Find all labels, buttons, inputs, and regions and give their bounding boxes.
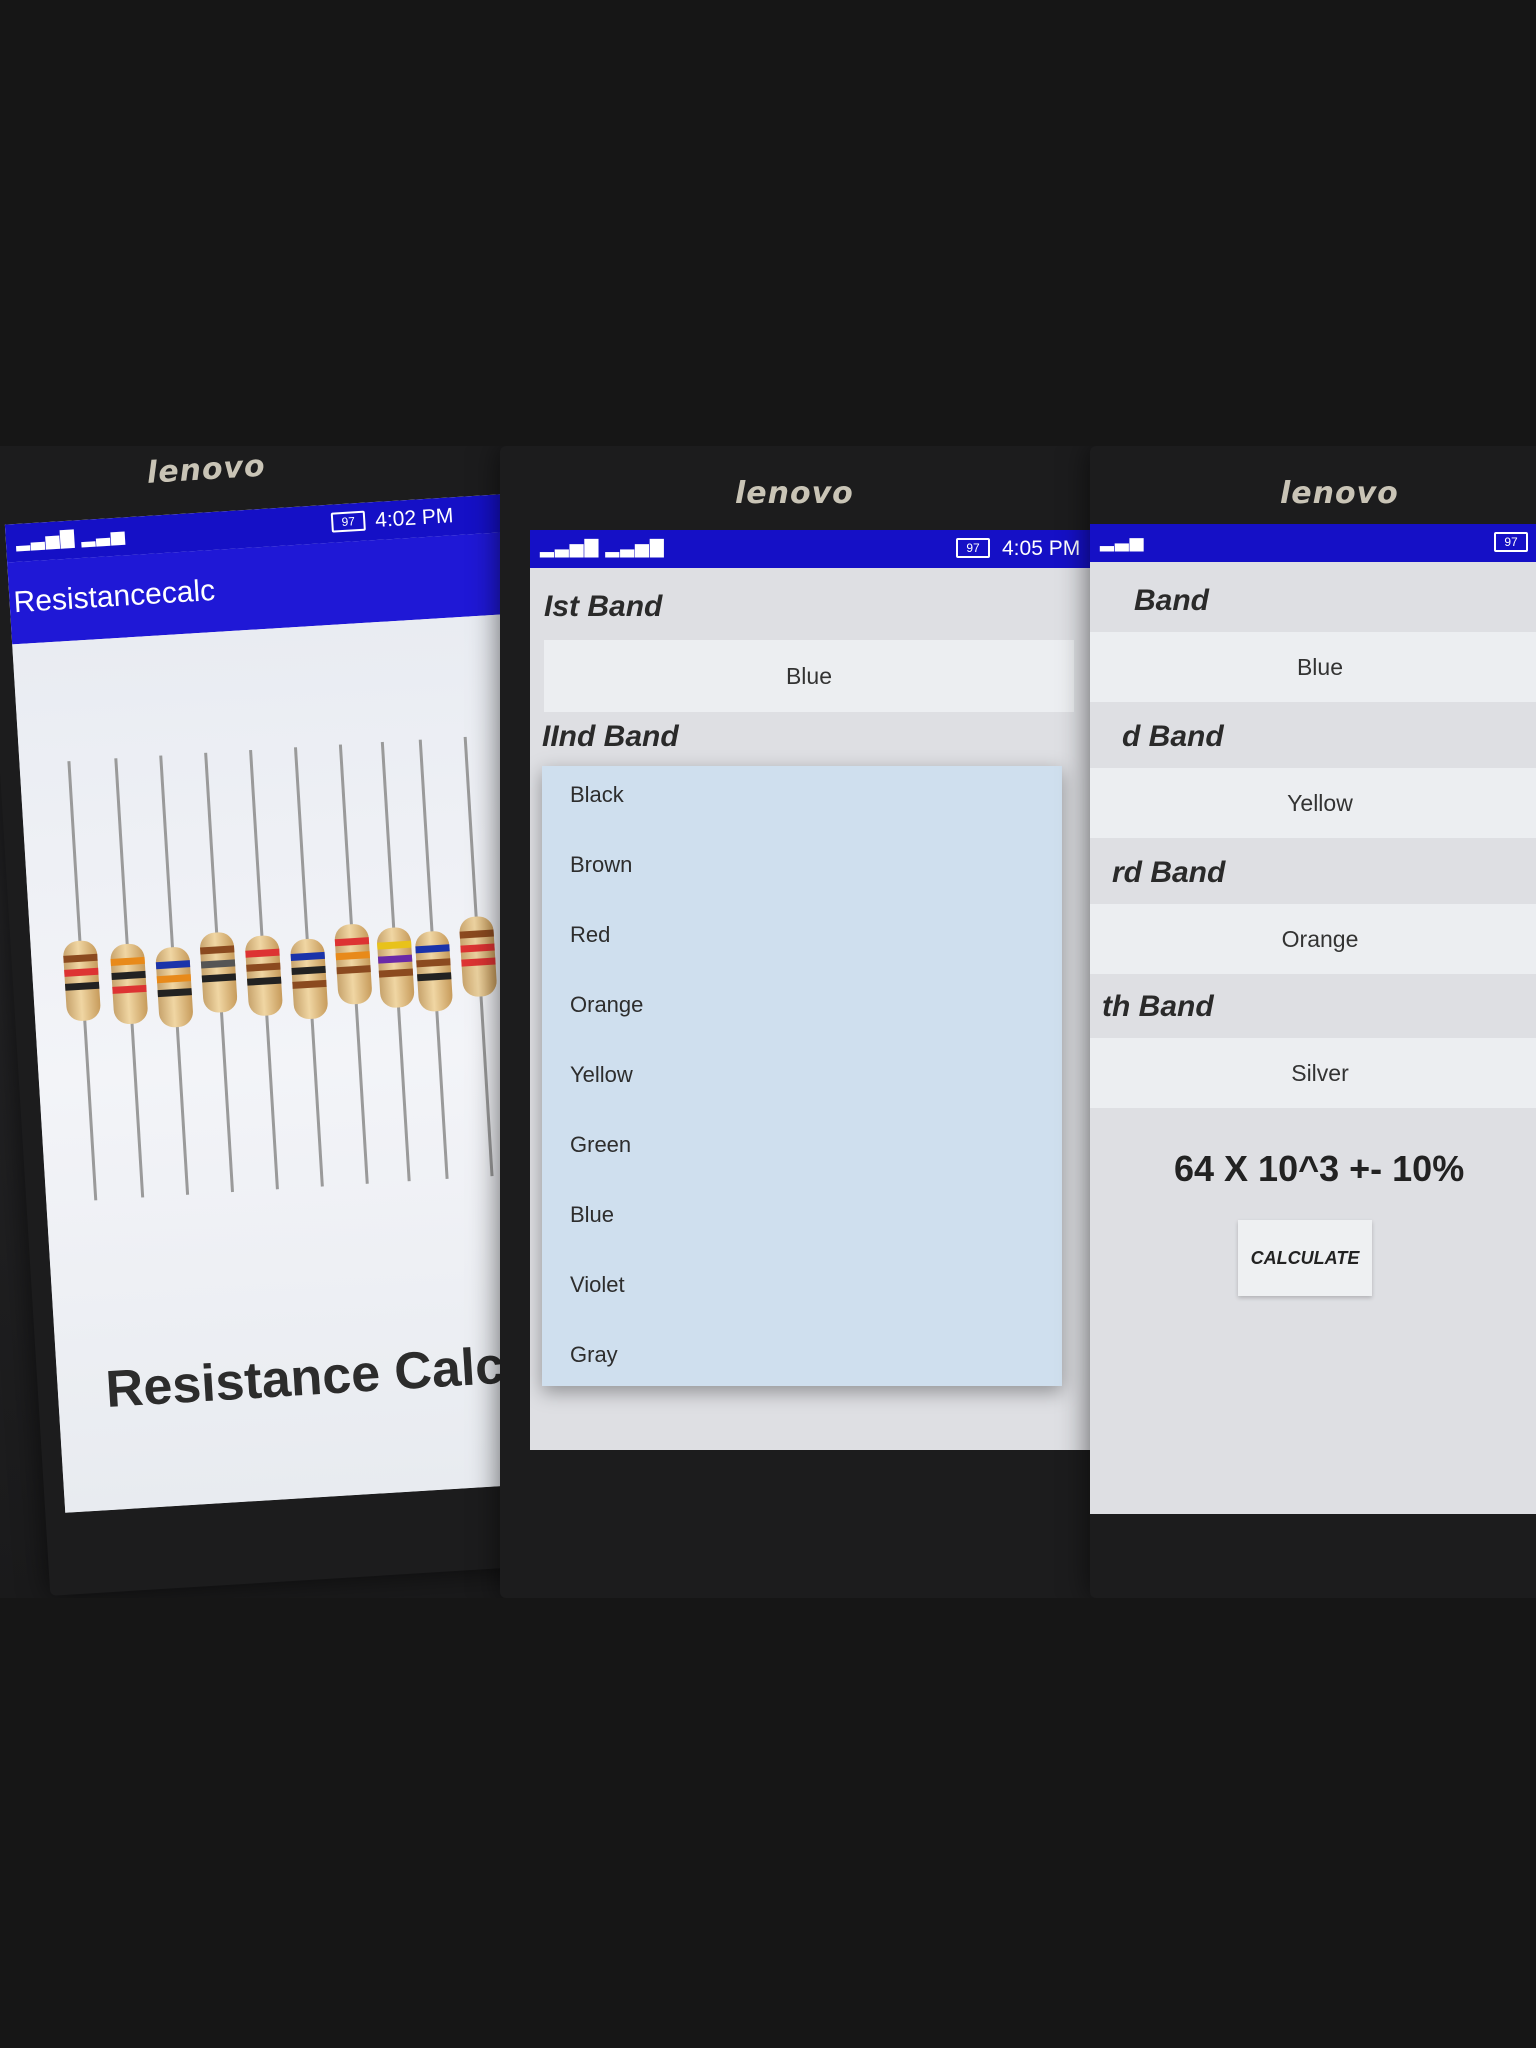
resistor-band [246,962,281,972]
resistor-band [155,960,191,970]
dropdown-item-blue[interactable]: Blue [570,1202,614,1228]
status-time: 4:05 PM [1002,537,1081,560]
resistor-band [200,945,235,955]
resistor-band [157,988,192,998]
resistor-band [64,981,100,991]
phone-2-screen: ▂▃▅▇ ▂▃▅▇ 97 4:05 PM Ist Band Blue IInd … [530,530,1090,1450]
resistor-band [245,948,280,958]
resistor-band [111,970,146,980]
battery-icon: 97 [1494,532,1528,552]
phone-1-screen: ▂▃▅▇ ▂▃▅ 97 4:02 PM Resistancecalc Resis… [4,492,585,1513]
battery-icon: 97 [330,510,366,533]
band-1-label: Band [1134,584,1209,617]
status-bar: ▂▃▅▇ ▂▃▅▇ 97 4:05 PM [530,530,1090,568]
resistor-band [336,965,371,975]
resistor-band [110,956,145,966]
app-title: Resistancecalc [12,573,217,620]
resistor-band [378,968,414,978]
band-3-label: rd Band [1112,856,1226,889]
phone-2: lenovo ▂▃▅▇ ▂▃▅▇ 97 4:05 PM Ist Band Blu… [500,446,1120,1598]
band-4-label: th Band [1102,990,1214,1023]
resistor-band [460,943,495,953]
phone-brand-logo: lenovo [1280,476,1399,511]
resistor-body [333,923,373,1006]
resistor-band [415,944,450,954]
resistor-band [377,940,412,950]
dropdown-item-brown[interactable]: Brown [570,852,632,878]
signal-icon: ▂▃▅▇ ▂▃▅▇ [540,537,665,557]
status-time: 4:02 PM [374,504,455,532]
dropdown-item-orange[interactable]: Orange [570,992,643,1018]
result-text: 64 X 10^3 +- 10% [1174,1148,1465,1189]
resistor-band [200,959,236,969]
resistor-band [417,972,452,982]
resistor-band [247,976,282,986]
resistor-band [64,967,99,977]
resistor-body [458,915,498,998]
resistor-band [292,979,327,989]
resistor-body [199,931,238,1014]
band-1-spinner[interactable]: Blue [1090,632,1536,702]
resistor-band [291,965,326,975]
resistor-body [289,937,329,1020]
resistor-band [459,929,494,939]
resistor-body [414,930,454,1013]
phone-brand-logo: lenovo [145,448,267,491]
signal-icon: ▂▃▅▇ ▂▃▅ [15,524,127,551]
resistor-band [201,973,237,983]
resistor-band [377,954,413,964]
band-1-spinner[interactable]: Blue [544,640,1074,712]
dropdown-item-yellow[interactable]: Yellow [570,1062,633,1088]
status-bar: ▂▃▅ 97 [1090,524,1536,562]
band-2-label: d Band [1122,720,1224,753]
resistor-body [154,946,194,1029]
band-2-label: IInd Band [542,720,679,753]
resistor-band [335,951,370,961]
resistor-body [109,942,149,1025]
band-2-spinner[interactable]: Yellow [1090,768,1536,838]
band-4-spinner[interactable]: Silver [1090,1038,1536,1108]
band-2-dropdown: Black Brown Red Orange Yellow Green Blue… [542,766,1062,1386]
dropdown-item-red[interactable]: Red [570,922,610,948]
battery-icon: 97 [956,538,990,558]
resistor-band [63,953,98,963]
resistor-body [244,934,284,1017]
dropdown-item-black[interactable]: Black [570,782,624,808]
phone-3: lenovo ▂▃▅ 97 Band Blue d Band Yellow rd… [1090,446,1536,1598]
calculate-button[interactable]: CALCULATE [1238,1220,1372,1296]
resistor-band [112,984,147,994]
signal-icon: ▂▃▅ [1100,531,1145,551]
phone-brand-logo: lenovo [735,476,854,511]
resistors-image: Resistance Calculat [12,612,584,1513]
dropdown-item-green[interactable]: Green [570,1132,631,1158]
resistor-band [461,957,496,967]
photo-of-three-phones: lenovo ▂▃▅▇ ▂▃▅ 97 4:02 PM Resistancecal… [0,446,1536,1598]
band-3-spinner[interactable]: Orange [1090,904,1536,974]
band-1-label: Ist Band [544,590,663,623]
resistor-band [416,958,451,968]
resistor-body [62,939,102,1022]
dropdown-item-gray[interactable]: Gray [570,1342,618,1368]
resistor-band [156,974,192,984]
resistor-band [334,937,370,947]
phone-3-screen: ▂▃▅ 97 Band Blue d Band Yellow rd Band O… [1090,524,1536,1514]
resistor-body [376,926,416,1009]
resistor-band [290,951,325,961]
dropdown-item-violet[interactable]: Violet [570,1272,625,1298]
